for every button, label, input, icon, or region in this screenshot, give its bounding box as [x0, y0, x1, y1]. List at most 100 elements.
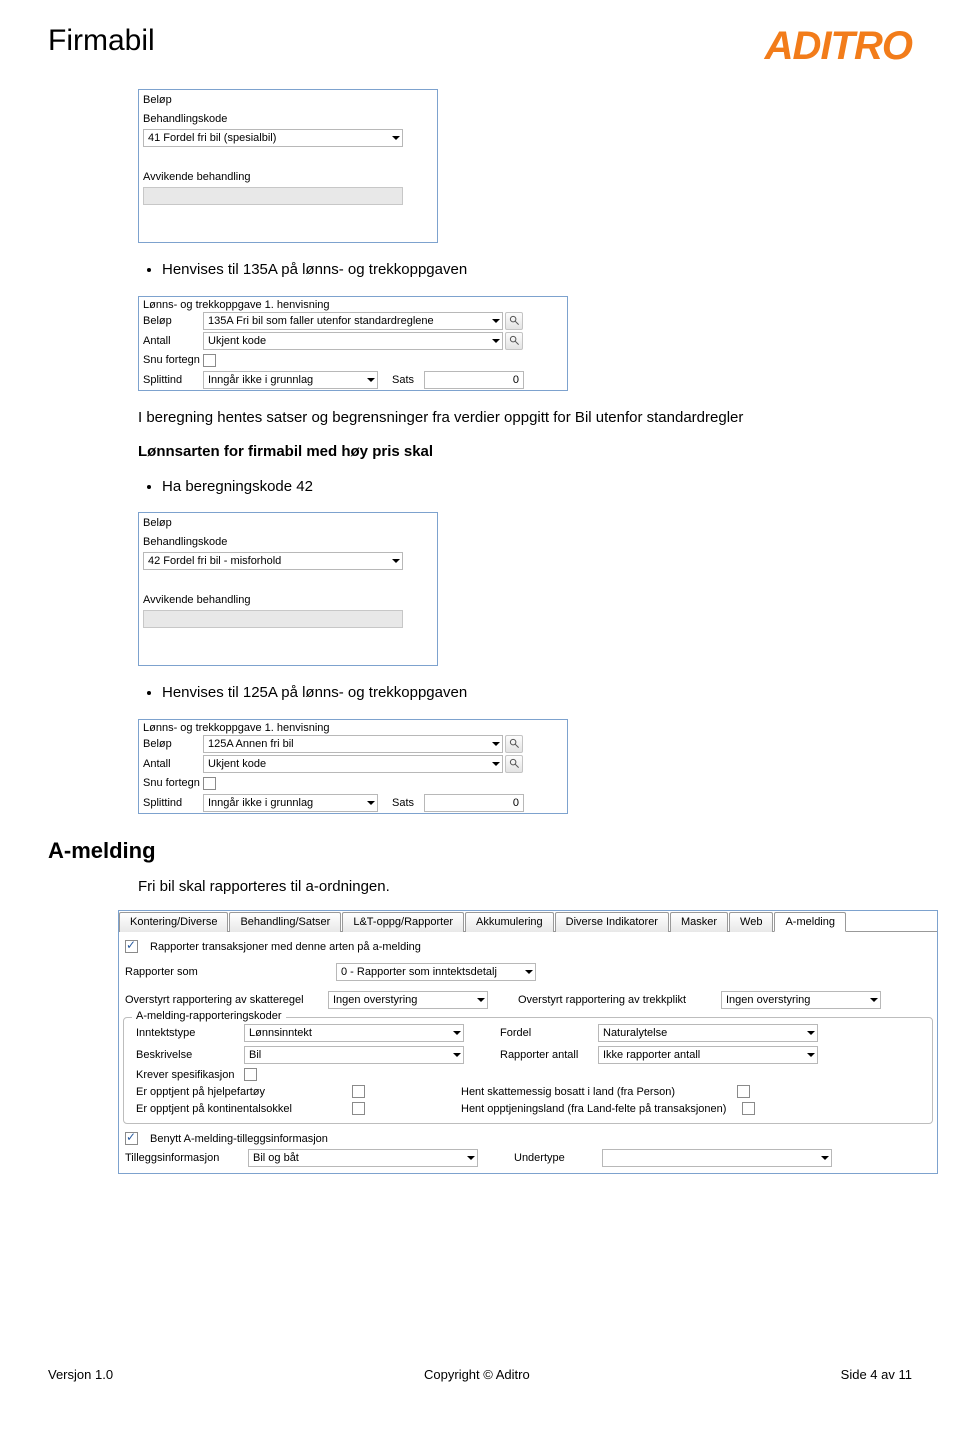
combo-antall[interactable]: Ukjent kode: [203, 755, 503, 773]
input-sats[interactable]: 0: [424, 371, 524, 389]
combo-belop[interactable]: 125A Annen fri bil: [203, 735, 503, 753]
checkbox-opptjent-kont[interactable]: [352, 1102, 365, 1115]
chevron-down-icon: [870, 998, 878, 1002]
label-tilleggsinfo: Tilleggsinformasjon: [125, 1152, 240, 1164]
checkbox-hent-oppt[interactable]: [742, 1102, 755, 1115]
paragraph: Fri bil skal rapporteres til a-ordningen…: [138, 876, 912, 899]
tab-web[interactable]: Web: [729, 912, 773, 932]
label-beskrivelse: Beskrivelse: [136, 1049, 236, 1061]
label-sats: Sats: [392, 797, 414, 809]
combo-overstyrt-skatt[interactable]: Ingen overstyring: [328, 991, 488, 1009]
combo-behandlingskode[interactable]: 41 Fordel fri bil (spesialbil): [143, 129, 403, 147]
page-footer: Versjon 1.0 Copyright © Aditro Side 4 av…: [48, 1367, 912, 1382]
chevron-down-icon: [492, 319, 500, 323]
label-fordel: Fordel: [500, 1027, 590, 1039]
checkbox-snu-fortegn[interactable]: [203, 354, 216, 367]
tabstrip: Kontering/Diverse Behandling/Satser L&T-…: [119, 911, 937, 932]
label-krever-spes: Krever spesifikasjon: [136, 1069, 236, 1081]
combo-rapporter-som[interactable]: 0 - Rapporter som inntektsdetalj: [336, 963, 536, 981]
tab-kontering[interactable]: Kontering/Diverse: [119, 912, 228, 932]
checkbox-rapporter[interactable]: [125, 940, 138, 953]
tab-masker[interactable]: Masker: [670, 912, 728, 932]
panel-heading: Lønns- og trekkoppgave 1. henvisning: [139, 297, 567, 311]
panel-amelding: Kontering/Diverse Behandling/Satser L&T-…: [118, 910, 938, 1174]
combo-value: 135A Fri bil som faller utenfor standard…: [208, 315, 434, 327]
combo-value: Ukjent kode: [208, 335, 266, 347]
combo-undertype[interactable]: [602, 1149, 832, 1167]
search-icon[interactable]: [505, 332, 523, 350]
combo-value: 125A Annen fri bil: [208, 738, 294, 750]
chevron-down-icon: [525, 970, 533, 974]
combo-splittind[interactable]: Inngår ikke i grunnlag: [203, 794, 378, 812]
chevron-down-icon: [492, 339, 500, 343]
label-antall: Antall: [143, 758, 203, 770]
tab-amelding[interactable]: A-melding: [774, 912, 846, 932]
input-avvikende-disabled: [143, 610, 403, 628]
label-benytt-tillegg: Benytt A-melding-tilleggsinformasjon: [150, 1133, 328, 1145]
chevron-down-icon: [453, 1031, 461, 1035]
checkbox-hent-skatt[interactable]: [737, 1085, 750, 1098]
paragraph: I beregning hentes satser og begrensning…: [138, 407, 912, 430]
label-rapporter-som: Rapporter som: [125, 966, 240, 978]
search-icon[interactable]: [505, 755, 523, 773]
combo-antall[interactable]: Ukjent kode: [203, 332, 503, 350]
combo-value: Bil: [249, 1049, 261, 1061]
chevron-down-icon: [807, 1053, 815, 1057]
label-belop: Beløp: [143, 517, 257, 529]
list-item: Henvises til 135A på lønns- og trekkoppg…: [162, 259, 912, 282]
combo-value: Lønnsinntekt: [249, 1027, 312, 1039]
chevron-down-icon: [467, 1156, 475, 1160]
bullet-list: Henvises til 135A på lønns- og trekkoppg…: [138, 259, 912, 282]
fieldset-rapporteringskoder: A-melding-rapporteringskoder Inntektstyp…: [123, 1017, 933, 1124]
label-opptjent-hjelp: Er opptjent på hjelpefartøy: [136, 1086, 336, 1098]
combo-fordel[interactable]: Naturalytelse: [598, 1024, 818, 1042]
search-icon[interactable]: [505, 312, 523, 330]
label-avvikende: Avvikende behandling: [143, 594, 353, 606]
label-inntektstype: Inntektstype: [136, 1027, 236, 1039]
search-icon[interactable]: [505, 735, 523, 753]
combo-overstyrt-trekk[interactable]: Ingen overstyring: [721, 991, 881, 1009]
label-sats: Sats: [392, 374, 414, 386]
checkbox-krever-spes[interactable]: [244, 1068, 257, 1081]
checkbox-snu-fortegn[interactable]: [203, 777, 216, 790]
chevron-down-icon: [367, 801, 375, 805]
tab-behandling[interactable]: Behandling/Satser: [229, 912, 341, 932]
label-antall: Antall: [143, 335, 203, 347]
paragraph-bold: Lønnsarten for firmabil med høy pris ska…: [138, 441, 912, 464]
combo-value: 0 - Rapporter som inntektsdetalj: [341, 966, 497, 978]
label-belop: Beløp: [143, 94, 257, 106]
label-belop: Beløp: [143, 738, 203, 750]
combo-value: Ikke rapporter antall: [603, 1049, 700, 1061]
label-overstyrt-skatt: Overstyrt rapportering av skatteregel: [125, 994, 320, 1006]
tab-diverse[interactable]: Diverse Indikatorer: [555, 912, 669, 932]
combo-value: Ingen overstyring: [726, 994, 810, 1006]
combo-tilleggsinfo[interactable]: Bil og båt: [248, 1149, 478, 1167]
combo-splittind[interactable]: Inngår ikke i grunnlag: [203, 371, 378, 389]
label-hent-oppt: Hent opptjeningsland (fra Land-felte på …: [461, 1103, 726, 1115]
combo-belop[interactable]: 135A Fri bil som faller utenfor standard…: [203, 312, 503, 330]
chevron-down-icon: [807, 1031, 815, 1035]
combo-behandlingskode[interactable]: 42 Fordel fri bil - misforhold: [143, 552, 403, 570]
brand-logo: ADITRO: [765, 24, 912, 69]
label-rapporter-antall: Rapporter antall: [500, 1049, 590, 1061]
label-rapporter: Rapporter transaksjoner med denne arten …: [150, 941, 421, 953]
tab-ltoppg[interactable]: L&T-oppg/Rapporter: [342, 912, 464, 932]
input-sats[interactable]: 0: [424, 794, 524, 812]
label-belop: Beløp: [143, 315, 203, 327]
label-splittind: Splittind: [143, 797, 203, 809]
tab-akkumulering[interactable]: Akkumulering: [465, 912, 554, 932]
chevron-down-icon: [367, 378, 375, 382]
footer-version: Versjon 1.0: [48, 1367, 113, 1382]
combo-beskrivelse[interactable]: Bil: [244, 1046, 464, 1064]
panel-heading: Lønns- og trekkoppgave 1. henvisning: [139, 720, 567, 734]
fieldset-legend: A-melding-rapporteringskoder: [132, 1010, 286, 1022]
combo-value: Ingen overstyring: [333, 994, 417, 1006]
footer-copyright: Copyright © Aditro: [424, 1367, 530, 1382]
checkbox-opptjent-hjelp[interactable]: [352, 1085, 365, 1098]
checkbox-benytt-tillegg[interactable]: [125, 1132, 138, 1145]
page-title: Firmabil: [48, 24, 155, 58]
panel-lt-oppgave-135a: Lønns- og trekkoppgave 1. henvisning Bel…: [138, 296, 568, 391]
combo-inntektstype[interactable]: Lønnsinntekt: [244, 1024, 464, 1042]
combo-rapporter-antall[interactable]: Ikke rapporter antall: [598, 1046, 818, 1064]
combo-value: 41 Fordel fri bil (spesialbil): [148, 132, 276, 144]
